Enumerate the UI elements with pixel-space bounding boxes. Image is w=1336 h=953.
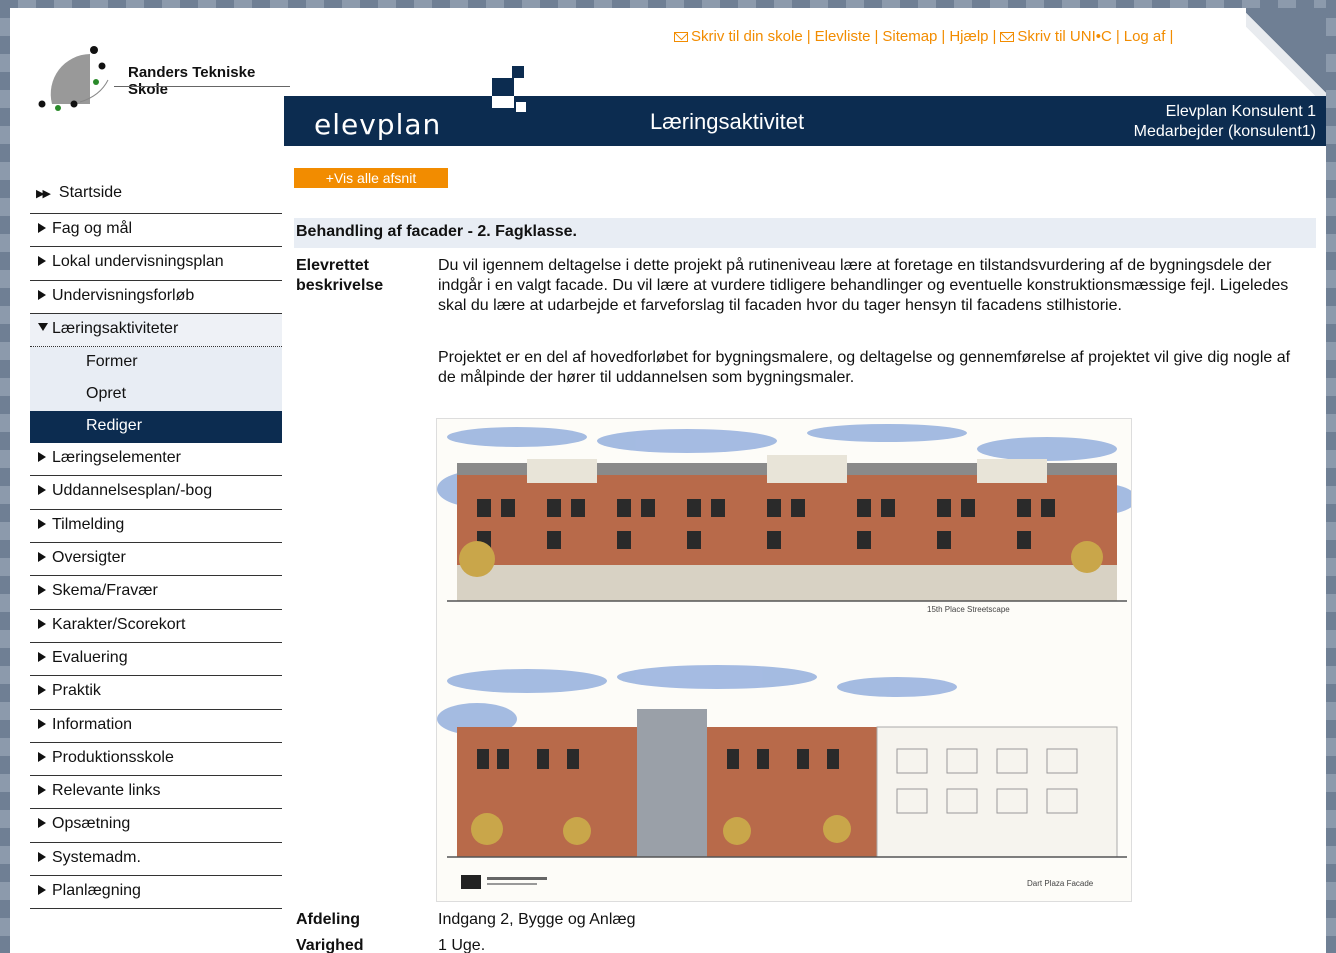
sidebar-subitem-rediger[interactable]: Rediger — [30, 411, 282, 444]
sidebar-item-produktionsskole[interactable]: Produktionsskole — [30, 743, 282, 777]
sidebar-nav: ▶▶ Startside Fag og mål Lokal undervisnin… — [30, 178, 282, 910]
sidebar-item-evaluering[interactable]: Evaluering — [30, 643, 282, 677]
sidebar-item-oversigter[interactable]: Oversigter — [30, 543, 282, 577]
page-frame-right — [1326, 0, 1336, 953]
school-logo[interactable]: Randers Tekniske Skole — [24, 20, 294, 130]
sitemap-link[interactable]: Sitemap — [882, 28, 937, 45]
sidebar-subitem-former[interactable]: Former — [30, 347, 282, 380]
sidebar-item-systemadm[interactable]: Systemadm. — [30, 843, 282, 877]
arrow-right-icon — [38, 256, 46, 267]
arrow-right-icon — [38, 885, 46, 896]
sidebar-item-fag-og-maal[interactable]: Fag og mål — [30, 214, 282, 248]
page-title: Læringsaktivitet — [650, 109, 805, 134]
elevliste-link[interactable]: Elevliste — [815, 28, 871, 45]
varighed-value: 1 Uge. — [438, 937, 486, 953]
sidebar-item-skema-fravaer[interactable]: Skema/Fravær — [30, 576, 282, 610]
facade-drawing — [437, 424, 1131, 889]
page-frame-left — [0, 0, 10, 953]
sidebar-item-opsaetning[interactable]: Opsætning — [30, 809, 282, 843]
arrow-right-icon — [38, 223, 46, 233]
sidebar-item-praktik[interactable]: Praktik — [30, 676, 282, 710]
page-frame-top — [0, 0, 1336, 8]
sidebar-item-tilmelding[interactable]: Tilmelding — [30, 510, 282, 544]
write-school-link[interactable]: Skriv til din skole — [674, 28, 803, 45]
arrow-right-icon — [38, 651, 46, 662]
description-paragraph-2: Projektet er en del af hovedforløbet for… — [438, 349, 1291, 386]
description-paragraph-1: Du vil igennem deltagelse i dette projek… — [438, 257, 1289, 314]
page: Randers Tekniske Skole Skriv til din sko… — [10, 8, 1326, 953]
elevplan-logo-text: elevplan — [314, 108, 442, 141]
sidebar-item-startside[interactable]: ▶▶ Startside — [30, 178, 282, 214]
varighed-label: Varighed — [296, 937, 364, 953]
description-label: Elevrettet beskrivelse — [296, 257, 384, 294]
illustration-caption-bottom: Dart Plaza Facade — [1027, 879, 1094, 888]
logo-rule — [114, 86, 290, 87]
help-link[interactable]: Hjælp — [949, 28, 988, 45]
illustration-caption-top: 15th Place Streetscape — [927, 605, 1010, 614]
arrow-right-icon — [38, 485, 46, 496]
mail-icon — [1000, 32, 1015, 42]
school-name: Randers Tekniske Skole — [128, 64, 256, 98]
show-all-sections-button[interactable]: +Vis alle afsnit — [294, 168, 448, 188]
arrow-right-icon — [38, 552, 46, 563]
mail-icon — [674, 32, 688, 42]
sidebar-item-laeringselementer[interactable]: Læringselementer — [30, 443, 282, 477]
arrow-right-icon — [38, 289, 46, 300]
top-links: Skriv til din skole | Elevliste | Sitemap | Hj… — [674, 28, 1177, 45]
arrow-right-icon — [38, 618, 46, 629]
arrow-right-icon — [38, 452, 46, 463]
arrow-right-icon — [38, 585, 46, 596]
sidebar-item-information[interactable]: Information — [30, 710, 282, 743]
arrow-right-icon — [38, 785, 46, 796]
sidebar-subitem-opret[interactable]: Opret — [30, 379, 282, 412]
double-arrow-icon: ▶▶ — [36, 188, 51, 200]
arrow-down-icon — [38, 322, 48, 331]
arrow-right-icon — [38, 818, 46, 829]
arrow-right-icon — [38, 718, 46, 729]
page-curl-decoration — [1246, 8, 1326, 98]
sidebar-item-planlaegning[interactable]: Planlægning — [30, 876, 282, 910]
sidebar-item-lokal-undervisningsplan[interactable]: Lokal undervisningsplan — [30, 247, 282, 281]
arrow-right-icon — [38, 518, 46, 529]
sidebar-item-relevante-links[interactable]: Relevante links — [30, 776, 282, 810]
user-info: Elevplan Konsulent 1 Medarbejder (konsul… — [1134, 102, 1316, 142]
arrow-right-icon — [38, 685, 46, 696]
user-name: Elevplan Konsulent 1 — [1165, 103, 1316, 120]
activity-heading: Behandling af facader - 2. Fagklasse. — [294, 218, 1316, 248]
sidebar-item-karakter-scorekort[interactable]: Karakter/Scorekort — [30, 610, 282, 643]
user-role: Medarbejder (konsulent1) — [1133, 123, 1316, 140]
sidebar-item-laeringsaktiviteter[interactable]: Læringsaktiviteter — [30, 313, 282, 348]
school-logo-icon — [38, 46, 109, 111]
arrow-right-icon — [38, 851, 46, 862]
arrow-right-icon — [38, 751, 46, 762]
sidebar-item-undervisningsforloeb[interactable]: Undervisningsforløb — [30, 281, 282, 314]
write-unic-link[interactable]: Skriv til UNI•C — [1000, 28, 1112, 45]
sidebar-item-uddannelsesplan[interactable]: Uddannelsesplan/-bog — [30, 476, 282, 510]
afdeling-label: Afdeling — [296, 911, 360, 928]
elevplan-logo[interactable]: elevplan — [296, 66, 546, 150]
logout-link[interactable]: Log af — [1124, 28, 1166, 45]
afdeling-value: Indgang 2, Bygge og Anlæg — [438, 911, 636, 928]
facade-illustration: 15th Place Streetscape Dart Plaza Facade — [436, 418, 1132, 902]
